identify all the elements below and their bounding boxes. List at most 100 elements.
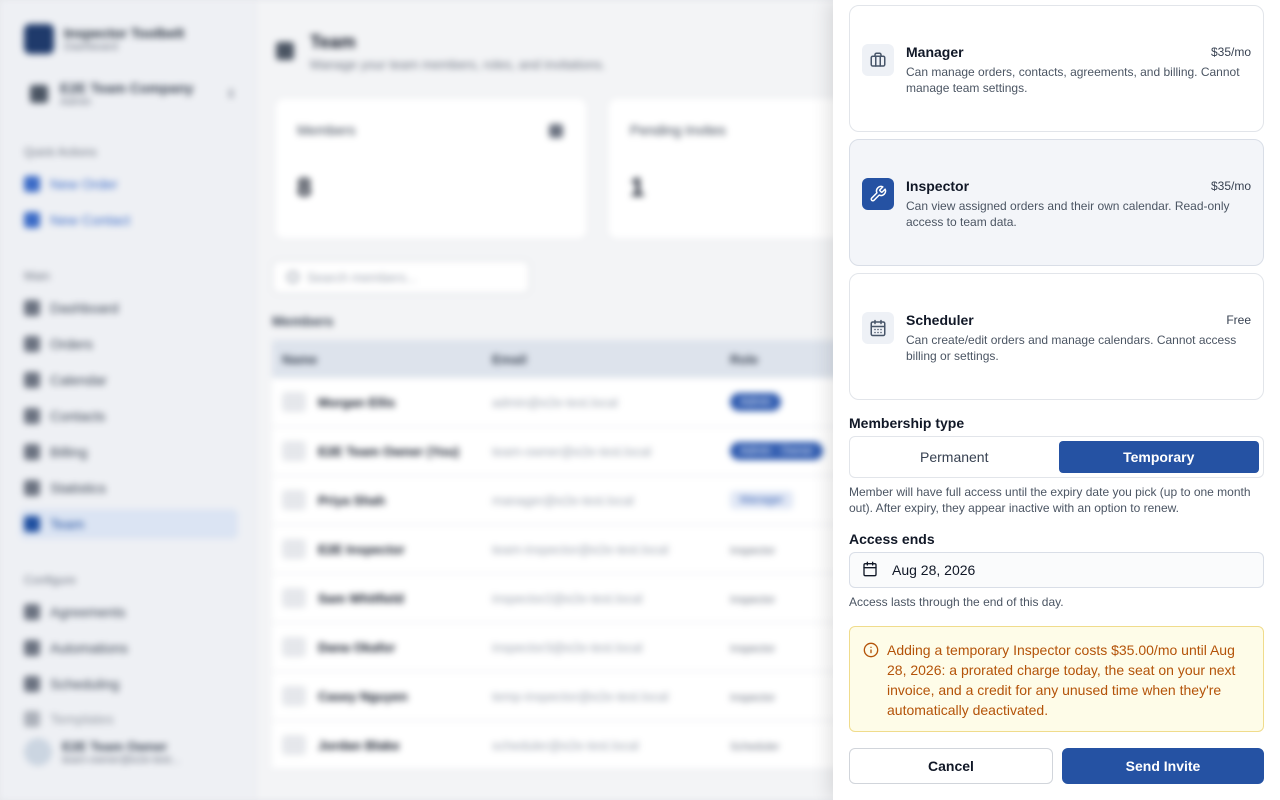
company-name: E2E Team Company [60, 80, 194, 96]
user-plus-icon [24, 212, 40, 228]
table-row[interactable]: Jordan Blake scheduler@e2e-test.local Sche… [272, 721, 872, 770]
sidebar-item-new-order[interactable]: New Order [20, 169, 238, 199]
section-quick-actions: Quick Actions [24, 145, 97, 159]
table-row[interactable]: Casey Nguyen temp-inspector@e2e-test.loca… [272, 672, 872, 721]
member-email: team-owner@e2e-test.local [492, 443, 652, 459]
cancel-button[interactable]: Cancel [849, 748, 1053, 784]
role-name: Inspector [906, 178, 970, 194]
member-name: Casey Nguyen [272, 686, 492, 706]
section-main: Main [24, 269, 51, 283]
sidebar-item-templates[interactable]: Templates [20, 704, 238, 734]
role-card-manager[interactable]: Manager $35/mo Can manage orders, contac… [849, 5, 1264, 132]
table-row[interactable]: Sam Whitfield inspector2@e2e-test.local In… [272, 574, 872, 623]
sidebar-toggle-icon[interactable] [276, 42, 294, 60]
brand-name: Inspector Toolbelt [64, 25, 185, 41]
calendar-icon [862, 312, 894, 344]
page-subtitle: Manage your team members, roles, and inv… [310, 57, 606, 72]
sidebar-item-billing[interactable]: Billing [20, 437, 238, 467]
membership-type-label: Membership type [849, 415, 965, 431]
cost-notice: Adding a temporary Inspector costs $35.0… [849, 626, 1264, 732]
user-email: team-owner@e2e-test... [62, 753, 181, 766]
invite-drawer: Manager $35/mo Can manage orders, contac… [833, 0, 1280, 800]
sidebar-item-automations[interactable]: Automations [20, 633, 238, 663]
sidebar-item-scheduling[interactable]: Scheduling [20, 669, 238, 699]
brand-logo-icon [24, 24, 54, 54]
dashboard-icon [24, 300, 40, 316]
member-name: Jordan Blake [272, 735, 492, 755]
sidebar-item-contacts[interactable]: Contacts [20, 401, 238, 431]
avatar [24, 738, 52, 766]
role-badge: Inspector [730, 691, 776, 704]
member-name: Priya Shah [272, 490, 492, 510]
member-name: E2E Team Owner (You) [272, 441, 492, 461]
member-email: manager@e2e-test.local [492, 492, 634, 508]
role-card-inspector[interactable]: Inspector $35/mo Can view assigned order… [849, 139, 1264, 266]
brand: Inspector Toolbelt Dashboard [24, 24, 184, 54]
sidebar-item-orders[interactable]: Orders [20, 329, 238, 359]
avatar [282, 637, 306, 657]
user-menu[interactable]: E2E Team Owner team-owner@e2e-test... [24, 738, 236, 766]
company-switcher[interactable]: E2E Team Company Admin ⇕ [30, 80, 236, 108]
calendar-icon [24, 372, 40, 388]
access-ends-label: Access ends [849, 531, 935, 547]
role-card-scheduler[interactable]: Scheduler Free Can create/edit orders an… [849, 273, 1264, 400]
member-name: Sam Whitfield [272, 588, 492, 608]
table-row[interactable]: Morgan Ellis admin@e2e-test.local Admin [272, 378, 872, 427]
calendar-icon [862, 561, 878, 580]
chart-icon [24, 480, 40, 496]
member-email: inspector3@e2e-test.local [492, 639, 643, 655]
role-badge: Inspector [730, 642, 776, 655]
wrench-icon [862, 178, 894, 210]
chevron-updown-icon: ⇕ [225, 87, 236, 101]
orders-icon [24, 336, 40, 352]
sidebar-item-agreements[interactable]: Agreements [20, 597, 238, 627]
bolt-icon [24, 640, 40, 656]
search-input[interactable]: Search members... [272, 260, 530, 294]
role-price: $35/mo [1210, 45, 1251, 59]
stat-card-members: Members 8 [274, 97, 588, 240]
role-description: Can create/edit orders and manage calend… [906, 333, 1237, 363]
temporary-option[interactable]: Temporary [1058, 441, 1259, 473]
permanent-option[interactable]: Permanent [854, 441, 1055, 473]
avatar [282, 441, 306, 461]
table-row[interactable]: Priya Shah manager@e2e-test.local Manager [272, 476, 872, 525]
sidebar-item-calendar[interactable]: Calendar [20, 365, 238, 395]
info-icon [863, 642, 879, 663]
section-configure: Configure [24, 573, 77, 587]
table-row[interactable]: E2E Inspector team-inspector@e2e-test.loc… [272, 525, 872, 574]
membership-help-text: Member will have full access until the e… [849, 485, 1251, 515]
avatar [282, 392, 306, 412]
sidebar: Inspector Toolbelt Dashboard E2E Team Co… [0, 0, 256, 800]
membership-type-toggle: Permanent Temporary [849, 436, 1264, 478]
role-description: Can manage orders, contacts, agreements,… [906, 65, 1240, 95]
member-name: Dana Okafor [272, 637, 492, 657]
access-help-text: Access lasts through the end of this day… [849, 595, 1064, 609]
member-email: admin@e2e-test.local [492, 394, 618, 410]
role-description: Can view assigned orders and their own c… [906, 199, 1230, 229]
role-badge: Admin [730, 393, 782, 411]
role-badge: Inspector [730, 593, 776, 606]
role-price: Free [1226, 313, 1251, 327]
member-email: team-inspector@e2e-test.local [492, 541, 669, 557]
cost-notice-text: Adding a temporary Inspector costs $35.0… [887, 642, 1236, 718]
access-ends-date-picker[interactable]: Aug 28, 2026 [849, 552, 1264, 588]
search-icon [287, 271, 299, 283]
sidebar-item-statistics[interactable]: Statistics [20, 473, 238, 503]
table-row[interactable]: E2E Team Owner (You) team-owner@e2e-test.… [272, 427, 872, 476]
clock-icon [24, 676, 40, 692]
sidebar-item-dashboard[interactable]: Dashboard [20, 293, 238, 323]
avatar [282, 686, 306, 706]
table-header: Name Email Role [272, 340, 872, 378]
role-name: Scheduler [906, 312, 974, 328]
send-invite-button[interactable]: Send Invite [1062, 748, 1264, 784]
role-badge: Admin · Owner [730, 442, 824, 460]
company-role: Admin [60, 96, 92, 108]
brand-sub: Dashboard [64, 41, 118, 53]
user-name: E2E Team Owner [62, 738, 168, 754]
member-email: temp-inspector@e2e-test.local [492, 688, 669, 704]
sidebar-item-new-contact[interactable]: New Contact [20, 205, 238, 235]
table-row[interactable]: Dana Okafor inspector3@e2e-test.local Insp… [272, 623, 872, 672]
sidebar-item-team[interactable]: Team [20, 509, 238, 539]
avatar [282, 539, 306, 559]
page-header: Team Manage your team members, roles, an… [276, 32, 606, 72]
